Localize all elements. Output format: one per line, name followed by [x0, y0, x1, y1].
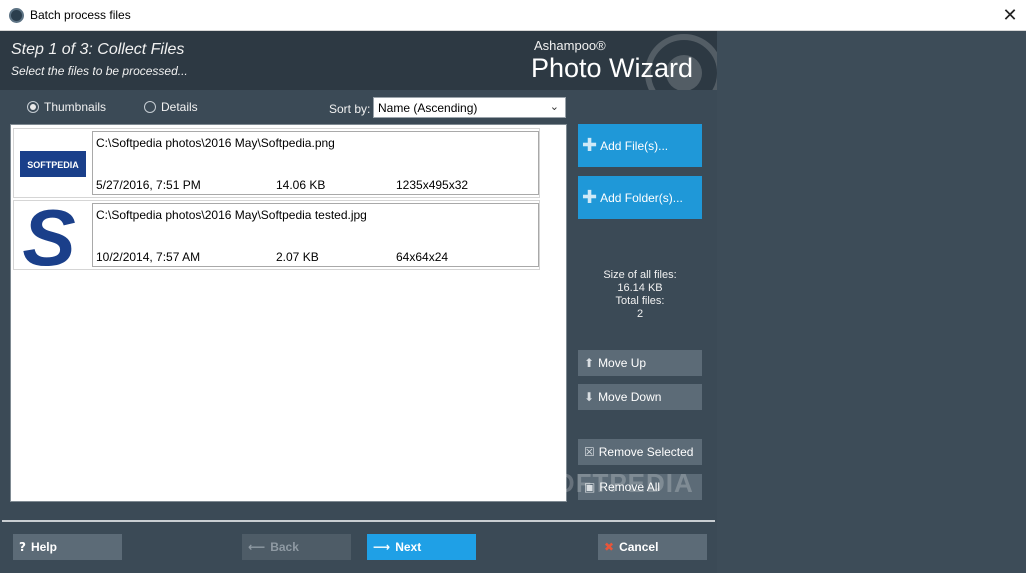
sort-label: Sort by: [329, 102, 371, 116]
arrow-left-icon: ⟵ [248, 540, 266, 554]
arrow-down-icon: ⬇ [584, 390, 595, 404]
file-thumbnail: S [22, 203, 75, 267]
footer-divider [2, 520, 715, 522]
file-thumbnail: SOFTPEDIA [20, 151, 86, 177]
file-info: C:\Softpedia photos\2016 May\Softpedia t… [92, 203, 539, 267]
next-button[interactable]: ⟶ Next [367, 534, 476, 560]
thumbnails-label: Thumbnails [44, 100, 107, 114]
step-title: Step 1 of 3: Collect Files [11, 41, 185, 58]
thumbnail-text: S [22, 203, 75, 267]
cancel-button[interactable]: ✖ Cancel [598, 534, 707, 560]
batch-window: Batch process files ✕ Step 1 of 3: Colle… [0, 0, 1026, 573]
size-value: 16.14 KB [617, 282, 663, 294]
window-title: Batch process files [30, 8, 131, 22]
file-size: 2.07 KB [276, 250, 319, 264]
details-radio[interactable]: Details [144, 100, 198, 114]
wizard-header: Step 1 of 3: Collect Files Select the fi… [0, 31, 717, 90]
thumbnails-radio[interactable]: Thumbnails [27, 100, 106, 114]
radio-selected-icon [27, 101, 39, 113]
file-size: 14.06 KB [276, 178, 326, 192]
size-label: Size of all files: [603, 269, 677, 281]
add-folder-button[interactable]: ✚ Add Folder(s)... [578, 176, 702, 219]
list-item[interactable]: SOFTPEDIA C:\Softpedia photos\2016 May\S… [13, 128, 540, 198]
move-up-label: Move Up [598, 356, 647, 370]
next-label: Next [395, 540, 422, 554]
file-info: C:\Softpedia photos\2016 May\Softpedia.p… [92, 131, 539, 195]
radio-unselected-icon [144, 101, 156, 113]
file-dimensions: 64x64x24 [396, 250, 449, 264]
move-down-label: Move Down [598, 390, 662, 404]
brand-company: Ashampoo® [534, 38, 606, 53]
file-stats: Size of all files: 16.14 KB Total files:… [578, 269, 702, 321]
file-path: C:\Softpedia photos\2016 May\Softpedia t… [96, 208, 367, 222]
sort-dropdown[interactable]: Name (Ascending) ⌄ [373, 97, 566, 118]
file-list[interactable]: SOFTPEDIA C:\Softpedia photos\2016 May\S… [10, 124, 567, 502]
help-icon: ? [19, 540, 26, 554]
back-label: Back [270, 540, 299, 554]
app-icon [9, 8, 24, 23]
step-subtitle: Select the files to be processed... [11, 64, 188, 78]
move-up-button[interactable]: ⬆ Move Up [578, 350, 702, 376]
chevron-down-icon: ⌄ [549, 100, 559, 113]
arrow-up-icon: ⬆ [584, 356, 595, 370]
plus-icon: ✚ [582, 135, 598, 156]
add-files-label: Add File(s)... [600, 138, 669, 153]
remove-icon: ☒ [584, 445, 595, 459]
thumbnail-text: SOFTPEDIA [27, 160, 79, 170]
view-toolbar: Thumbnails Details Sort by: Name (Ascend… [0, 90, 717, 124]
move-down-button[interactable]: ⬇ Move Down [578, 384, 702, 410]
details-label: Details [161, 100, 198, 114]
total-value: 2 [636, 308, 644, 320]
add-folder-label: Add Folder(s)... [600, 190, 683, 205]
file-dimensions: 1235x495x32 [396, 178, 469, 192]
total-label: Total files: [615, 295, 665, 307]
add-files-button[interactable]: ✚ Add File(s)... [578, 124, 702, 167]
wizard-body: Step 1 of 3: Collect Files Select the fi… [0, 31, 1026, 573]
cancel-label: Cancel [619, 540, 659, 554]
help-button[interactable]: ? Help [13, 534, 122, 560]
plus-icon: ✚ [582, 187, 598, 208]
remove-selected-label: Remove Selected [598, 445, 694, 459]
remove-selected-button[interactable]: ☒ Remove Selected [578, 439, 702, 465]
brand-product: Photo Wizard [531, 53, 694, 83]
back-button[interactable]: ⟵ Back [242, 534, 351, 560]
help-label: Help [30, 540, 57, 554]
list-item[interactable]: S C:\Softpedia photos\2016 May\Softpedia… [13, 200, 540, 270]
sort-value: Name (Ascending) [378, 101, 478, 115]
file-date: 10/2/2014, 7:57 AM [96, 250, 201, 264]
watermark: SOFTPEDIA [536, 468, 694, 498]
right-empty-panel [717, 31, 1026, 573]
title-bar: Batch process files ✕ [0, 0, 1026, 31]
close-icon: ✖ [604, 540, 615, 554]
file-date: 5/27/2016, 7:51 PM [96, 178, 201, 192]
arrow-right-icon: ⟶ [373, 540, 391, 554]
close-button[interactable]: ✕ [994, 0, 1026, 31]
file-path: C:\Softpedia photos\2016 May\Softpedia.p… [96, 136, 335, 150]
